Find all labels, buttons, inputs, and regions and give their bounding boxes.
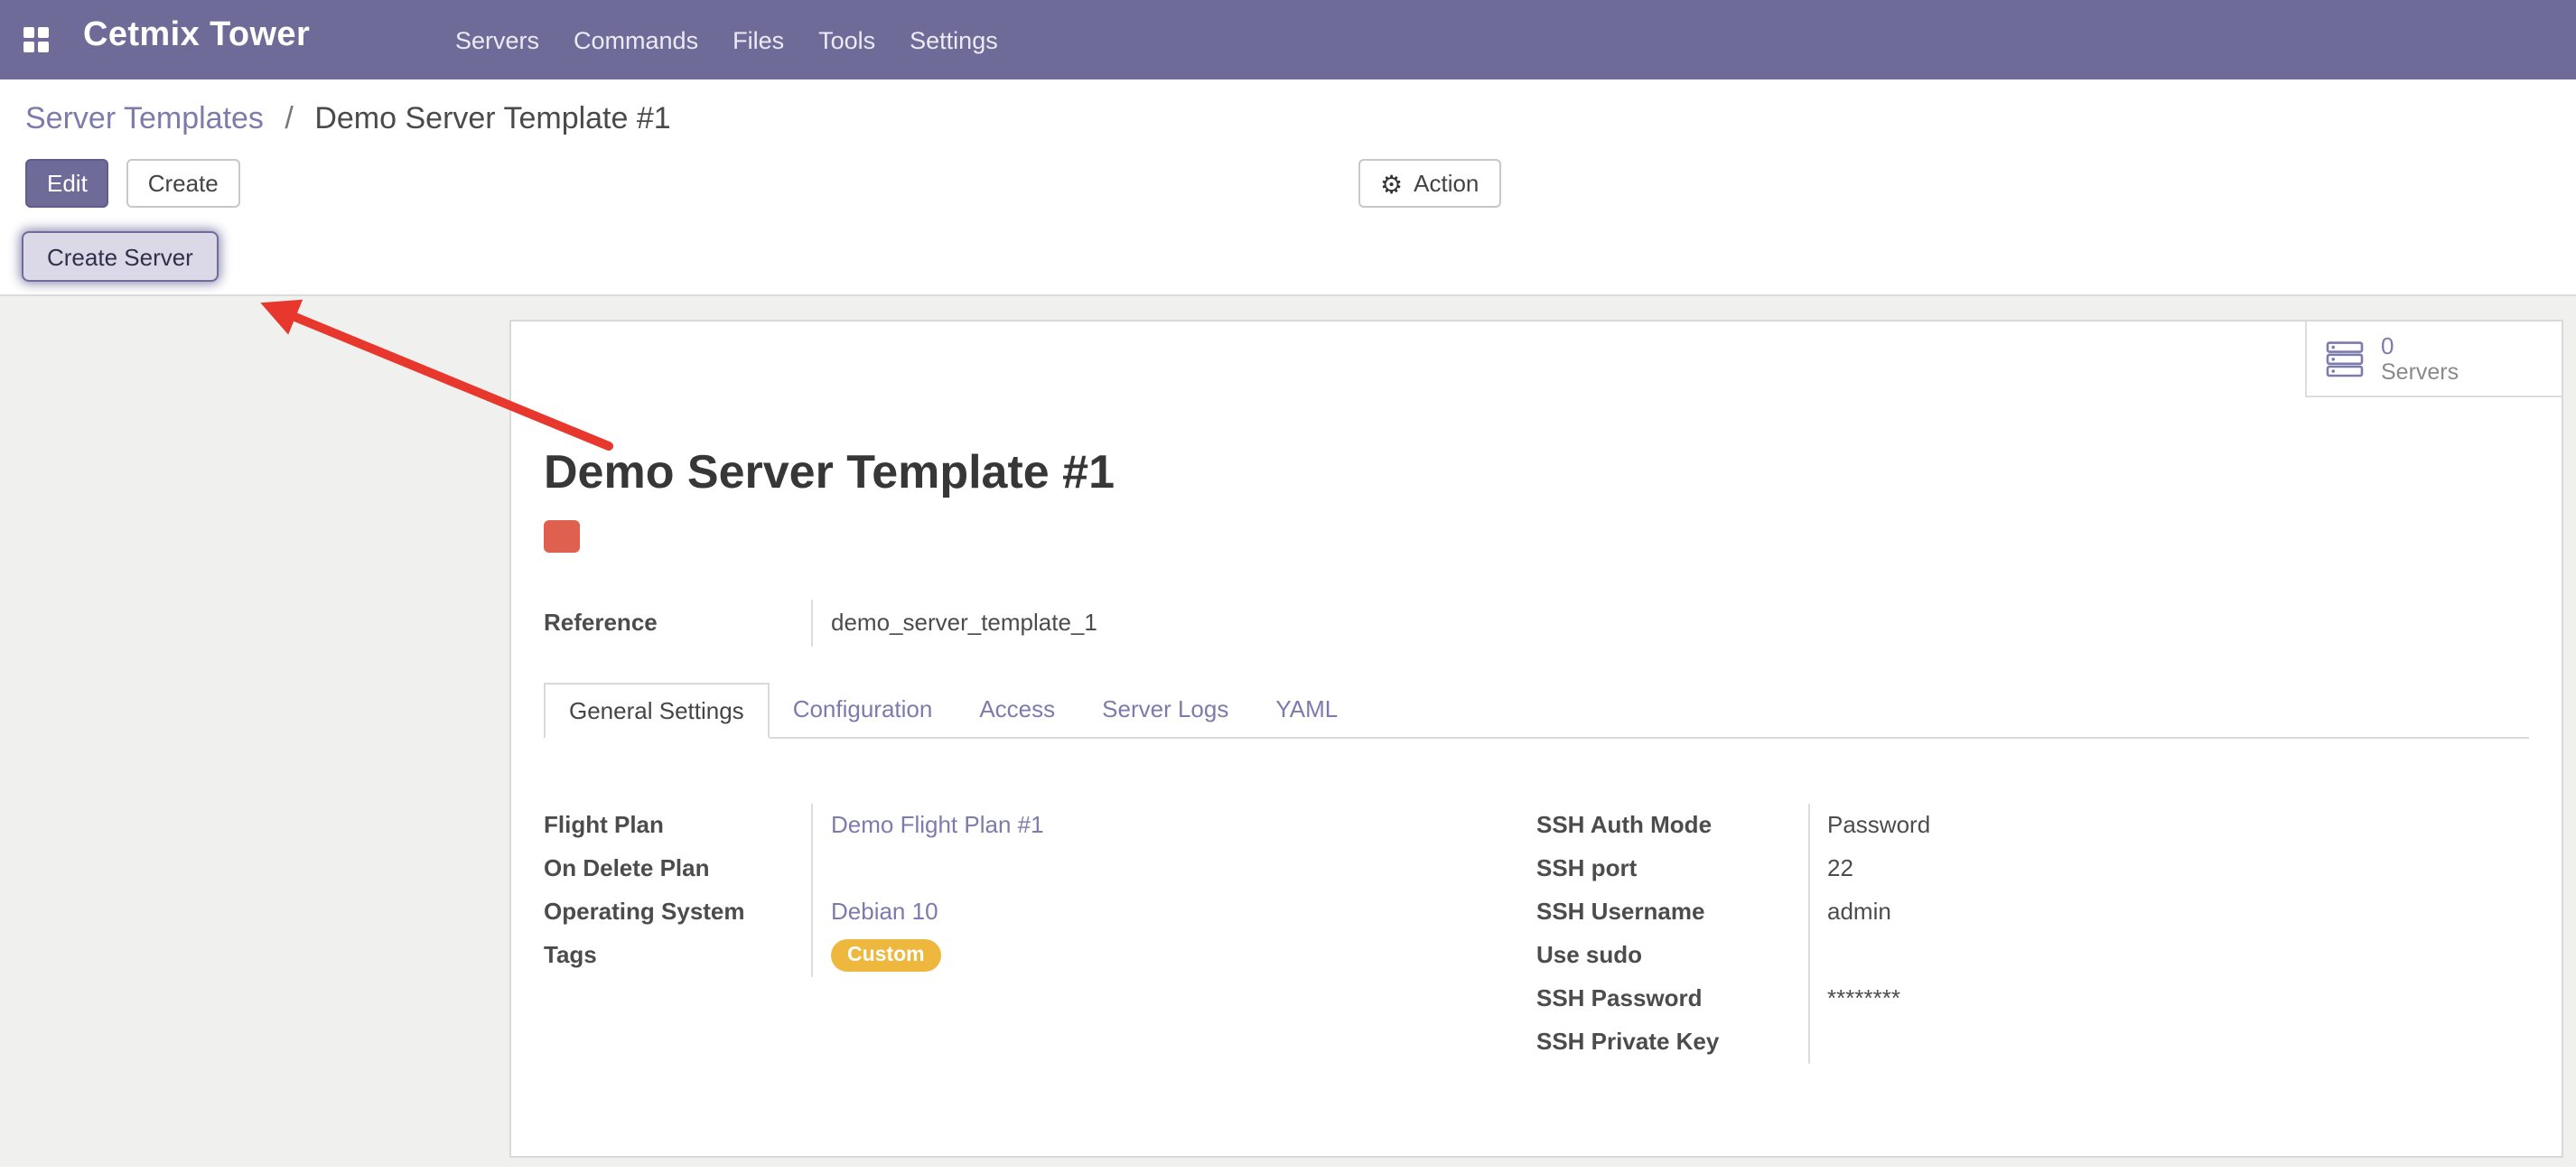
tab-access[interactable]: Access [956,683,1078,737]
top-nav: Cetmix Tower Servers Commands Files Tool… [0,0,2576,79]
use-sudo-value [1807,934,2529,977]
operating-system-row: Operating System Debian 10 [544,890,1536,934]
use-sudo-label: Use sudo [1536,934,1807,977]
tab-configuration[interactable]: Configuration [770,683,957,737]
ssh-username-row: SSH Username admin [1536,890,2529,934]
tab-yaml[interactable]: YAML [1252,683,1361,737]
ssh-private-key-value [1807,1020,2529,1064]
apps-grid-icon[interactable] [23,27,49,52]
stat-button-box: 0 Servers [511,321,2562,397]
form-card: 0 Servers Demo Server Template #1 Refere… [509,320,2563,1158]
reference-label: Reference [544,600,811,647]
on-delete-plan-value [811,847,1536,890]
servers-count-label: Servers [2381,359,2459,386]
ssh-auth-mode-row: SSH Auth Mode Password [1536,804,2529,847]
operating-system-value-link[interactable]: Debian 10 [831,898,938,925]
form-column-left: Flight Plan Demo Flight Plan #1 On Delet… [544,804,1536,1064]
toolbar: Edit Create ⚙ Action [0,144,2576,208]
tab-server-logs[interactable]: Server Logs [1078,683,1252,737]
servers-stat-button[interactable]: 0 Servers [2305,321,2562,397]
create-button[interactable]: Create [126,159,240,208]
operating-system-label: Operating System [544,890,811,934]
tags-row: Tags Custom [544,934,1536,977]
menu-item-files[interactable]: Files [733,26,784,53]
menu-item-settings[interactable]: Settings [910,26,998,53]
ssh-password-value: ******** [1807,977,2529,1020]
breadcrumb: Server Templates / Demo Server Template … [0,79,2576,144]
create-server-button[interactable]: Create Server [22,231,219,282]
action-button[interactable]: ⚙ Action [1358,159,1500,208]
flight-plan-value-link[interactable]: Demo Flight Plan #1 [831,811,1044,838]
servers-count: 0 [2381,331,2459,359]
breadcrumb-separator: / [285,101,293,135]
ssh-username-value: admin [1807,890,2529,934]
reference-value: demo_server_template_1 [811,600,2529,647]
form-sheet: Demo Server Template #1 Reference demo_s… [511,444,2562,1064]
reference-field-row: Reference demo_server_template_1 [544,600,2529,647]
edit-button[interactable]: Edit [25,159,109,208]
color-swatch [544,520,580,553]
flight-plan-label: Flight Plan [544,804,811,847]
ssh-password-row: SSH Password ******** [1536,977,2529,1020]
menu-item-servers[interactable]: Servers [455,26,539,53]
gear-icon: ⚙ [1380,171,1403,196]
server-stack-icon [2325,340,2365,377]
ssh-port-value: 22 [1807,847,2529,890]
page: Cetmix Tower Servers Commands Files Tool… [0,0,2576,1174]
flight-plan-row: Flight Plan Demo Flight Plan #1 [544,804,1536,847]
main-menu: Servers Commands Files Tools Settings [455,0,998,79]
form-columns: Flight Plan Demo Flight Plan #1 On Delet… [544,739,2529,1064]
menu-item-commands[interactable]: Commands [574,26,698,53]
use-sudo-row: Use sudo [1536,934,2529,977]
tab-general-settings[interactable]: General Settings [544,683,770,739]
brand-title: Cetmix Tower [83,16,310,56]
notebook-tabs: General Settings Configuration Access Se… [544,683,2529,739]
content-area: 0 Servers Demo Server Template #1 Refere… [0,294,2576,1167]
on-delete-plan-row: On Delete Plan [544,847,1536,890]
ssh-auth-mode-label: SSH Auth Mode [1536,804,1807,847]
ssh-password-label: SSH Password [1536,977,1807,1020]
form-column-right: SSH Auth Mode Password SSH port 22 SSH U… [1536,804,2529,1064]
ssh-port-label: SSH port [1536,847,1807,890]
breadcrumb-link-server-templates[interactable]: Server Templates [25,101,264,135]
ssh-username-label: SSH Username [1536,890,1807,934]
action-button-label: Action [1414,168,1479,199]
sub-toolbar: Create Server [0,208,2576,294]
on-delete-plan-label: On Delete Plan [544,847,811,890]
menu-item-tools[interactable]: Tools [818,26,875,53]
ssh-port-row: SSH port 22 [1536,847,2529,890]
breadcrumb-current: Demo Server Template #1 [314,101,670,135]
record-title: Demo Server Template #1 [544,444,2529,498]
ssh-private-key-row: SSH Private Key [1536,1020,2529,1064]
ssh-auth-mode-value: Password [1807,804,2529,847]
tags-label: Tags [544,934,811,977]
ssh-private-key-label: SSH Private Key [1536,1020,1807,1064]
tag-badge-custom: Custom [831,939,941,972]
